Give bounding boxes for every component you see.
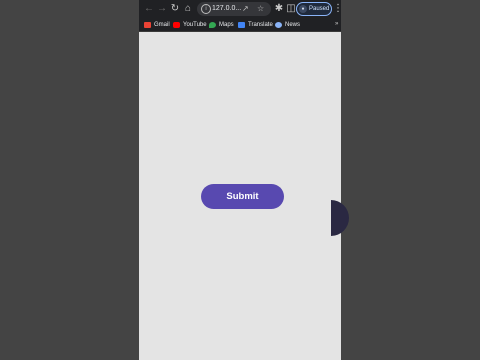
bookmarks-overflow-icon[interactable]: » <box>335 19 338 30</box>
news-icon <box>275 21 282 28</box>
bookmark-label: YouTube <box>183 21 207 28</box>
bookmark-label: Translate <box>248 21 273 28</box>
url-text[interactable]: 127.0.0... <box>212 3 241 15</box>
bookmark-gmail[interactable]: Gmail <box>144 19 170 30</box>
bookmark-label: Maps <box>219 21 234 28</box>
browser-toolbar: ← → ↻ ⌂ i 127.0.0... ↗ ☆ ✱ ◫ ● Paused ⋮ <box>139 0 343 18</box>
bookmark-maps[interactable]: Maps <box>209 19 234 30</box>
extensions-icon[interactable]: ✱ <box>273 3 285 15</box>
gmail-icon <box>144 21 151 28</box>
forward-icon[interactable]: → <box>156 3 168 15</box>
profile-status-label: Paused <box>309 6 330 12</box>
more-menu-icon[interactable]: ⋮ <box>333 2 343 16</box>
profile-paused-button[interactable]: ● Paused <box>296 2 332 16</box>
decorative-shape <box>331 200 349 236</box>
submit-button[interactable]: Submit <box>201 184 284 209</box>
bookmark-translate[interactable]: Translate <box>238 19 273 30</box>
maps-icon <box>209 21 216 28</box>
browser-window: ← → ↻ ⌂ i 127.0.0... ↗ ☆ ✱ ◫ ● Paused ⋮ … <box>139 0 343 360</box>
share-icon[interactable]: ↗ <box>242 3 249 15</box>
home-icon[interactable]: ⌂ <box>182 3 194 15</box>
translate-icon <box>238 21 245 28</box>
bookmark-youtube[interactable]: YouTube <box>173 19 207 30</box>
youtube-icon <box>173 21 180 28</box>
address-bar[interactable]: i 127.0.0... ↗ ☆ <box>197 2 271 16</box>
bookmark-label: News <box>285 21 301 28</box>
bookmarks-bar: Gmail YouTube Maps Translate News » <box>139 18 341 32</box>
bookmark-label: Gmail <box>154 21 170 28</box>
profile-avatar-icon: ● <box>299 5 307 13</box>
reload-icon[interactable]: ↻ <box>169 3 181 15</box>
site-info-icon[interactable]: i <box>201 4 211 14</box>
bookmark-news[interactable]: News <box>275 19 300 30</box>
bookmark-star-icon[interactable]: ☆ <box>257 3 264 15</box>
back-icon[interactable]: ← <box>143 3 155 15</box>
